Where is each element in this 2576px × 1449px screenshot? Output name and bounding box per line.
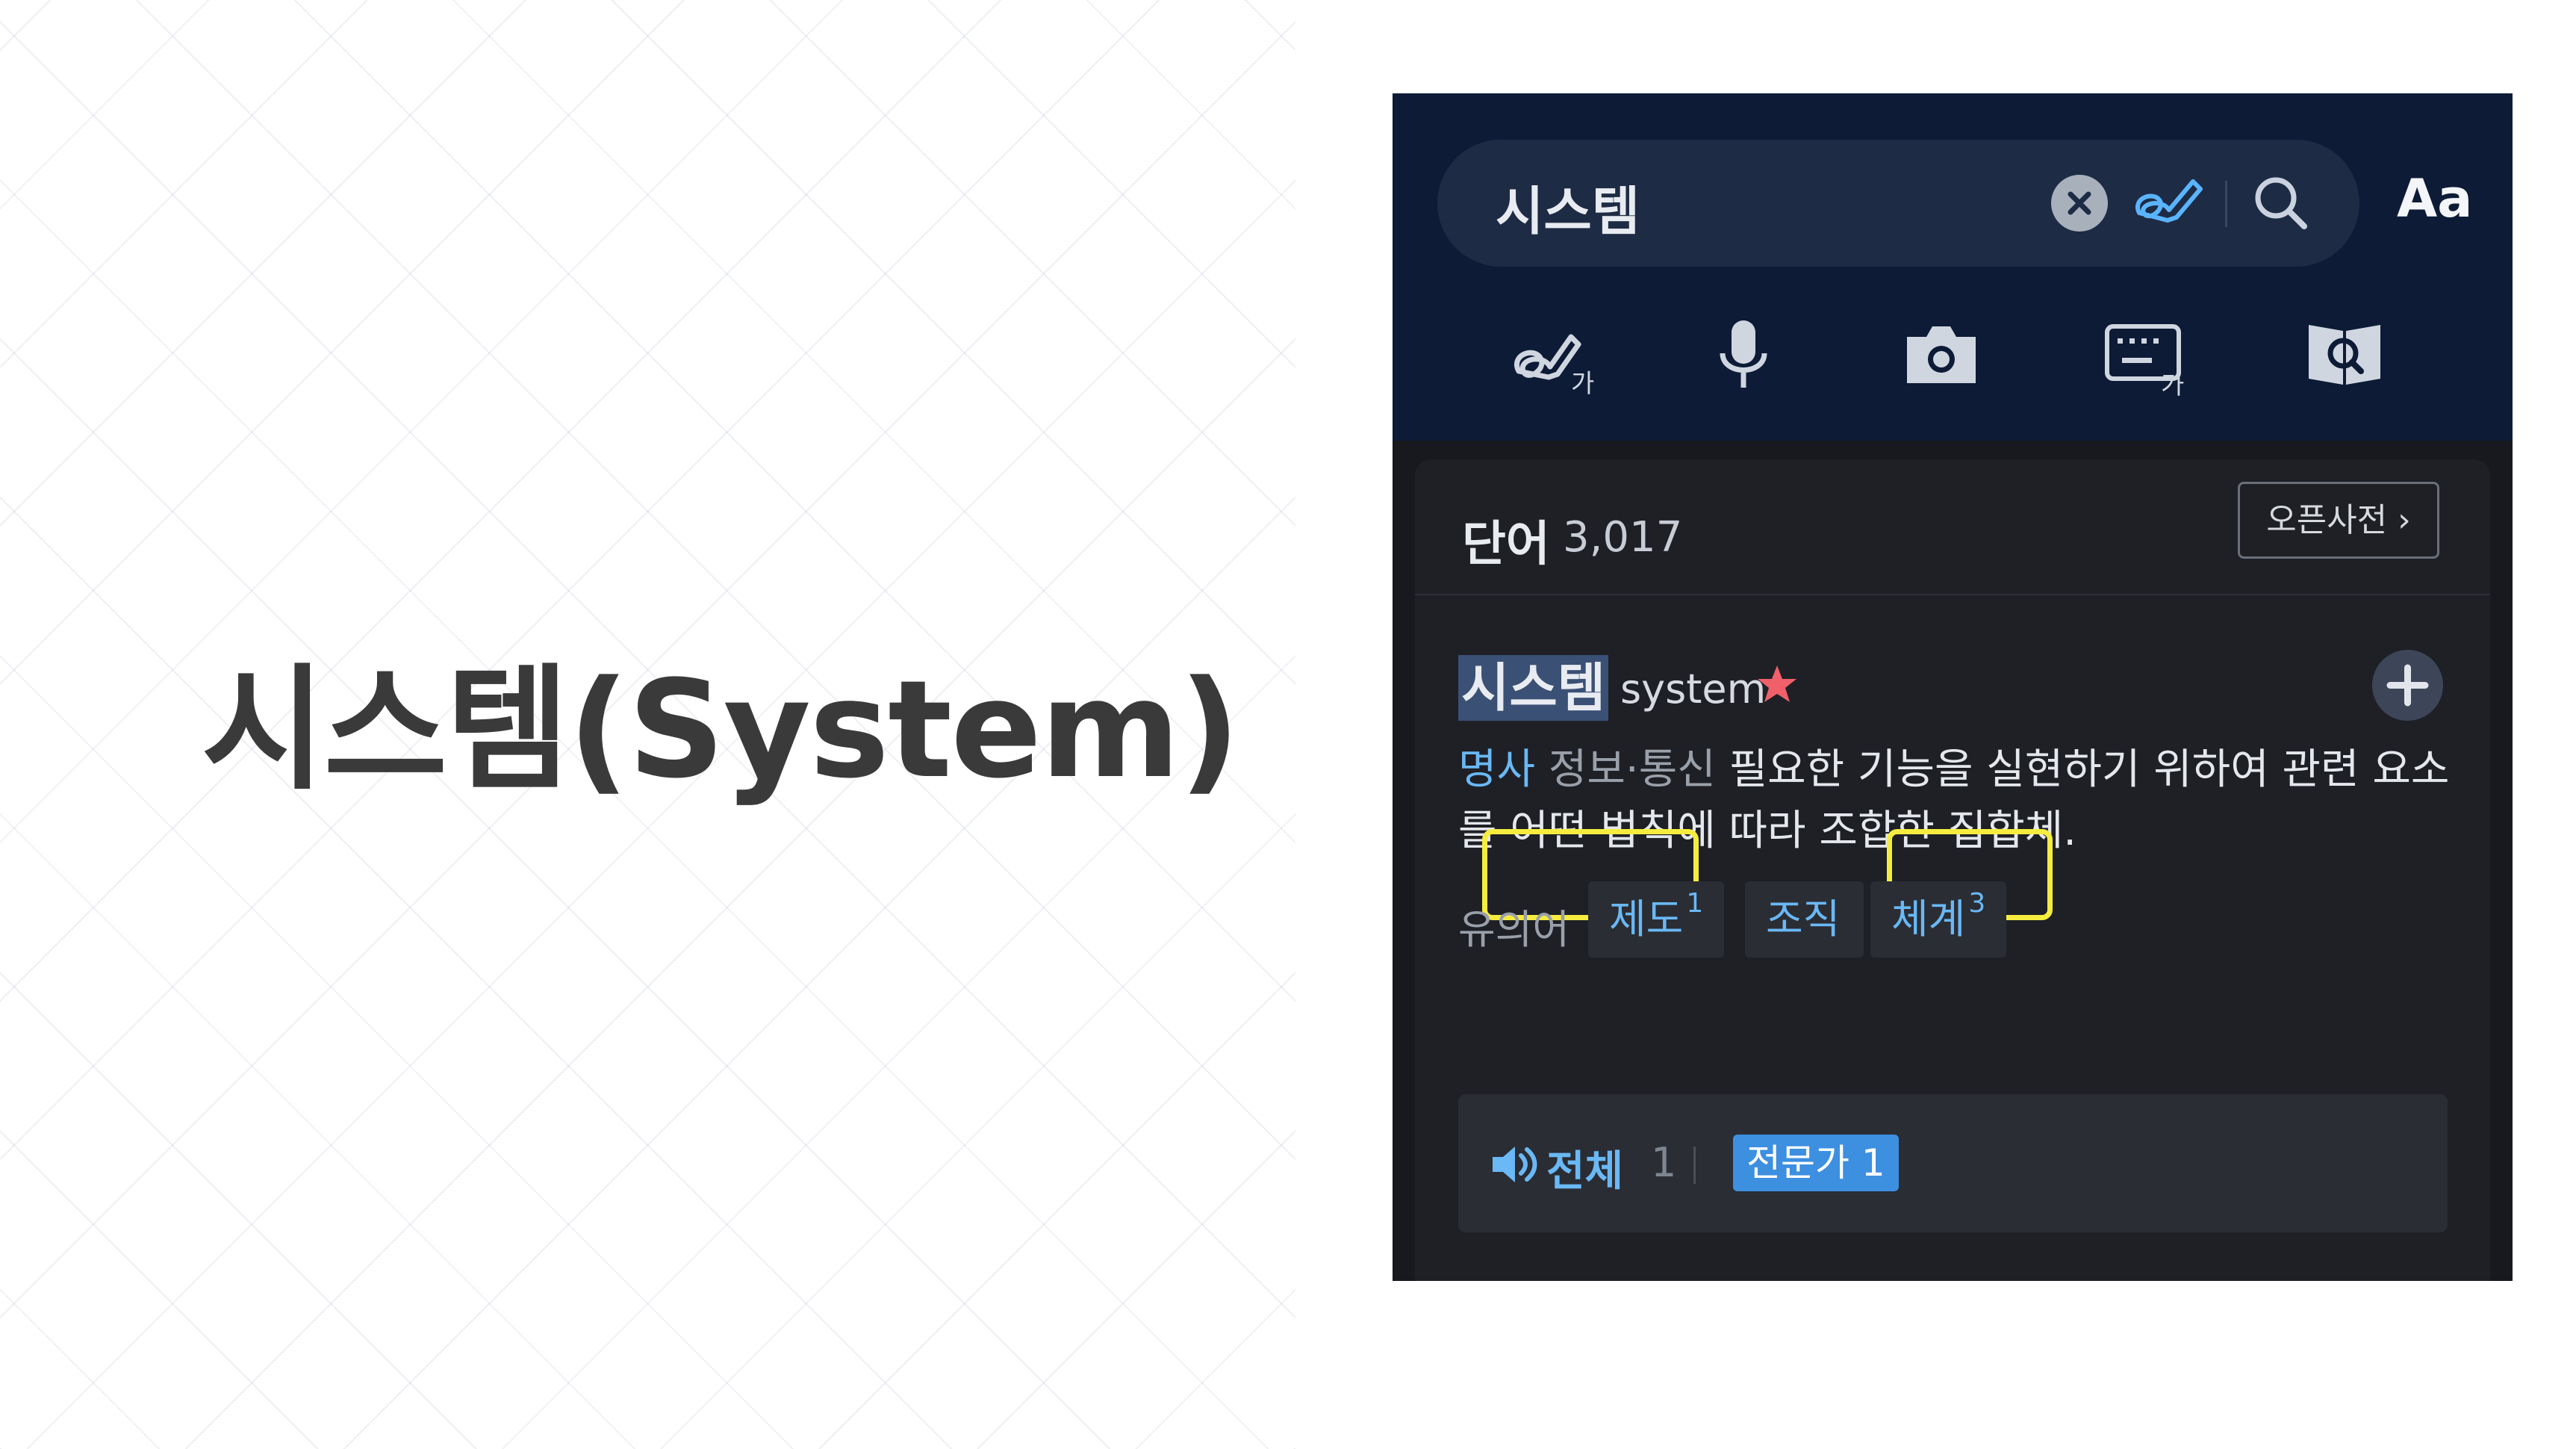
handwriting-icon[interactable]: [2132, 168, 2206, 243]
results-header: 단어 3,017 오픈사전 ›: [1415, 459, 2490, 595]
dictionary-source: 표준국어대사전: [1458, 1270, 1699, 1281]
search-input[interactable]: 시스템: [1496, 170, 1640, 245]
slide-title: 시스템(System): [202, 652, 1240, 808]
handwriting-input-icon[interactable]: 가: [1508, 310, 1598, 400]
tab-expert-pronunciation[interactable]: 전문가 1: [1733, 1135, 1899, 1191]
book-search-icon[interactable]: [2300, 310, 2389, 400]
speaker-icon[interactable]: [1490, 1144, 1539, 1188]
dictionary-app-screenshot: 시스템 Aa 가 가 단어 3,017 오픈사전 › 시스템 system 명사…: [1393, 93, 2513, 1281]
search-divider: [2225, 181, 2227, 227]
font-size-button[interactable]: Aa: [2397, 168, 2472, 229]
synonym-label: 유의어: [1458, 906, 1570, 953]
search-header: 시스템 Aa 가 가: [1393, 93, 2513, 441]
synonym-chip[interactable]: 체계 3: [1870, 881, 2007, 958]
audio-divider: [1693, 1147, 1696, 1184]
star-icon: [1755, 663, 1799, 710]
entry-headword[interactable]: 시스템: [1458, 655, 1609, 721]
results-label: 단어: [1462, 517, 1550, 572]
part-of-speech: 명사: [1458, 745, 1536, 794]
entry-origin: system: [1620, 665, 1767, 713]
pronunciation-bar: 전체 1 전문가 1: [1458, 1094, 2448, 1232]
results-card: 단어 3,017 오픈사전 › 시스템 system 명사 정보·통신 필요한 …: [1415, 459, 2490, 1281]
svg-text:가: 가: [1571, 369, 1594, 399]
search-bar[interactable]: 시스템: [1437, 140, 2359, 267]
close-circle-icon[interactable]: [2051, 175, 2108, 232]
keyboard-icon[interactable]: 가: [2098, 310, 2188, 400]
open-dictionary-label: 오픈사전: [2266, 501, 2388, 539]
microphone-icon[interactable]: [1699, 310, 1788, 400]
results-count: 3,017: [1563, 513, 1683, 562]
tab-all-pronunciations[interactable]: 전체: [1546, 1138, 1623, 1198]
all-count: 1: [1651, 1139, 1677, 1186]
search-icon[interactable]: [2247, 170, 2315, 240]
plus-circle-icon[interactable]: [2372, 650, 2443, 721]
chevron-right-icon: ›: [2398, 501, 2411, 539]
synonym-chip[interactable]: 제도 1: [1588, 881, 1725, 958]
synonym-chip[interactable]: 조직: [1745, 881, 1864, 958]
camera-icon[interactable]: [1897, 310, 1986, 400]
open-dictionary-button[interactable]: 오픈사전 ›: [2238, 482, 2439, 559]
subject-field: 정보·통신: [1548, 745, 1716, 794]
svg-text:가: 가: [2161, 370, 2184, 400]
